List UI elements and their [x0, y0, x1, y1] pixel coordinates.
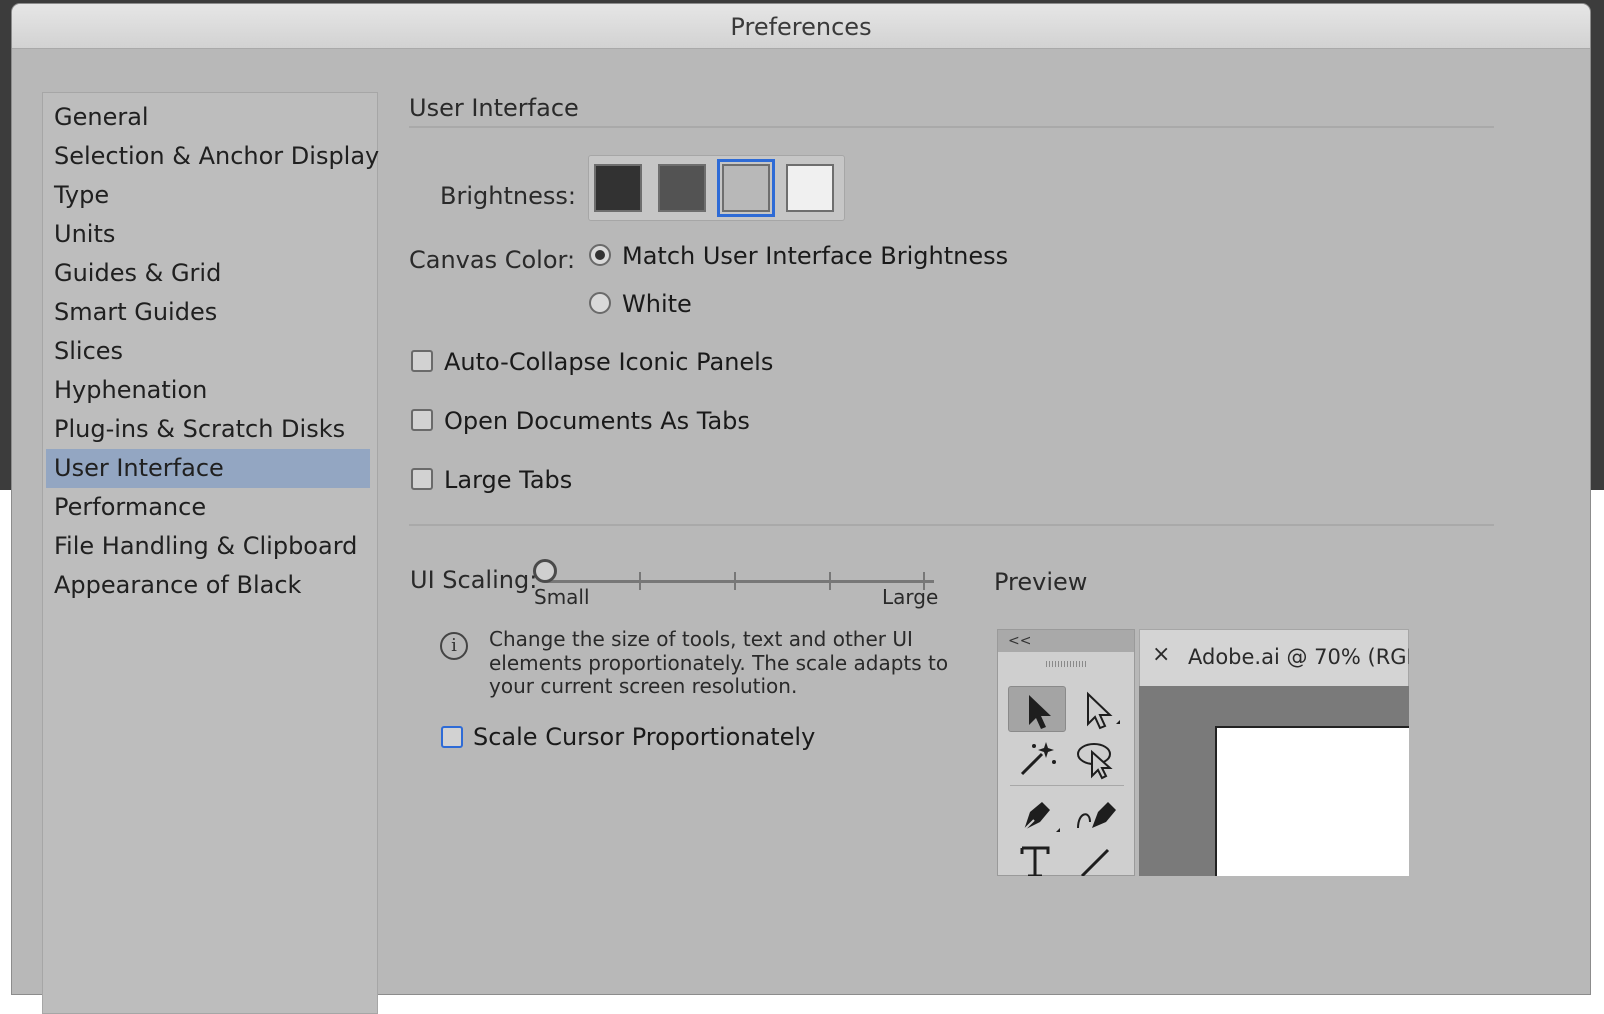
canvas-color-white-label[interactable]: White: [622, 290, 692, 318]
preview-label: Preview: [994, 568, 1088, 596]
brightness-swatch-medium-light[interactable]: [717, 159, 775, 217]
canvas-color-white-radio[interactable]: [589, 292, 611, 314]
sidebar-item-performance[interactable]: Performance: [46, 488, 370, 527]
sidebar-item-appearance-of-black[interactable]: Appearance of Black: [46, 566, 370, 605]
brightness-swatch-dark[interactable]: [594, 164, 642, 212]
preview-thumbnail: << × Adobe.ai @ 70% (RGB/: [997, 629, 1409, 876]
brightness-swatch-medium-dark[interactable]: [658, 164, 706, 212]
sidebar-item-user-interface[interactable]: User Interface: [46, 449, 370, 488]
sidebar-item-plugins-scratch-disks[interactable]: Plug-ins & Scratch Disks: [46, 410, 370, 449]
type-tool-icon: [1008, 838, 1066, 876]
sidebar-item-units[interactable]: Units: [46, 215, 370, 254]
sidebar-item-file-handling-clipboard[interactable]: File Handling & Clipboard: [46, 527, 370, 566]
ui-scaling-slider-knob[interactable]: [533, 559, 557, 583]
sidebar-item-type[interactable]: Type: [46, 176, 370, 215]
sidebar-item-guides-grid[interactable]: Guides & Grid: [46, 254, 370, 293]
lasso-tool-icon: [1068, 736, 1126, 782]
line-tool-icon: [1068, 838, 1126, 876]
brightness-swatch-group: [588, 155, 845, 221]
auto-collapse-checkbox[interactable]: [411, 350, 433, 372]
slider-max-label: Large: [882, 585, 939, 609]
info-icon: i: [440, 632, 468, 660]
tools-panel-header: <<: [998, 630, 1134, 652]
collapse-icon: <<: [1008, 633, 1032, 649]
tools-divider: [1010, 785, 1124, 786]
sidebar-item-slices[interactable]: Slices: [46, 332, 370, 371]
pen-tool-icon: [1008, 792, 1066, 838]
scale-cursor-label[interactable]: Scale Cursor Proportionately: [473, 723, 815, 751]
brightness-swatch-light[interactable]: [786, 164, 834, 212]
radio-selected-dot: [595, 250, 605, 260]
brightness-label: Brightness:: [440, 182, 576, 210]
scale-cursor-checkbox[interactable]: [441, 726, 463, 748]
sidebar-item-selection-anchor-display[interactable]: Selection & Anchor Display: [46, 137, 379, 176]
large-tabs-label[interactable]: Large Tabs: [444, 466, 572, 494]
slider-tick: [829, 572, 831, 590]
preview-artboard: [1215, 726, 1409, 876]
slider-min-label: Small: [534, 585, 590, 609]
section-divider: [409, 126, 1494, 128]
curvature-tool-icon: [1068, 792, 1126, 838]
ui-scaling-label: UI Scaling:: [410, 566, 538, 594]
auto-collapse-label[interactable]: Auto-Collapse Iconic Panels: [444, 348, 773, 376]
direct-selection-tool-icon: [1068, 686, 1126, 732]
canvas-color-label: Canvas Color:: [409, 246, 576, 274]
canvas-color-match-label[interactable]: Match User Interface Brightness: [622, 242, 1008, 270]
preferences-sidebar: General Selection & Anchor Display Type …: [42, 92, 379, 1014]
sidebar-item-hyphenation[interactable]: Hyphenation: [46, 371, 370, 410]
open-docs-as-tabs-label[interactable]: Open Documents As Tabs: [444, 407, 750, 435]
canvas-color-match-radio[interactable]: [589, 244, 611, 266]
scaling-divider: [409, 524, 1494, 526]
preview-canvas: [1139, 686, 1409, 876]
preview-tools-panel: <<: [997, 629, 1135, 876]
selection-tool-icon: [1008, 686, 1066, 732]
slider-tick: [639, 572, 641, 590]
window-title: Preferences: [12, 4, 1590, 49]
preview-document-tab: × Adobe.ai @ 70% (RGB/: [1139, 629, 1409, 687]
section-title: User Interface: [409, 94, 579, 122]
open-docs-as-tabs-checkbox[interactable]: [411, 409, 433, 431]
ui-scaling-info-text: Change the size of tools, text and other…: [489, 627, 949, 698]
sidebar-item-general[interactable]: General: [46, 98, 370, 137]
sidebar-item-smart-guides[interactable]: Smart Guides: [46, 293, 370, 332]
close-icon: ×: [1152, 642, 1171, 667]
magic-wand-tool-icon: [1008, 736, 1066, 782]
ui-scaling-slider[interactable]: [546, 580, 934, 583]
large-tabs-checkbox[interactable]: [411, 468, 433, 490]
grip-icon: [1046, 661, 1086, 667]
document-tab-title: Adobe.ai @ 70% (RGB/: [1188, 645, 1409, 669]
slider-tick: [734, 572, 736, 590]
